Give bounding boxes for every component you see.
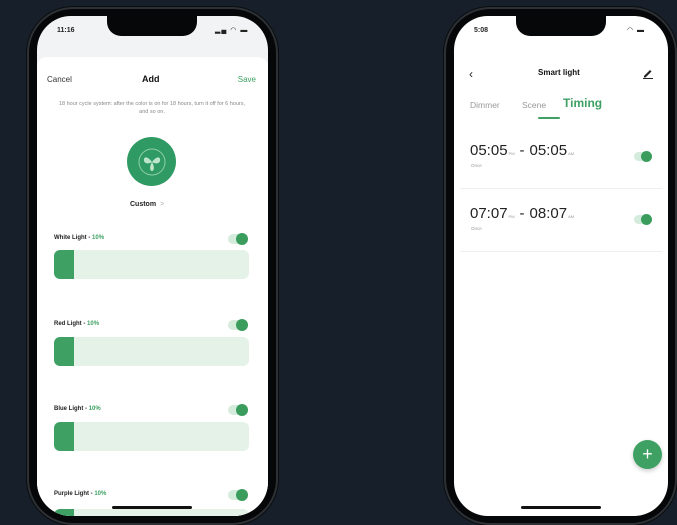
light-percent: 10% (87, 321, 100, 327)
toggle-white[interactable] (228, 233, 248, 245)
tab-timing[interactable]: Timing (563, 96, 602, 110)
timer-repeat: Once (471, 163, 482, 168)
timer-start-ampm: PM (508, 214, 515, 219)
home-indicator (112, 506, 192, 509)
screen-add: 11:16 ▂▄ ◠ ▬ Cancel Add Save 18 hour cyc… (37, 16, 268, 516)
status-icons: ◠ ▬ (627, 27, 646, 34)
add-sheet: Cancel Add Save 18 hour cycle system: af… (37, 57, 268, 516)
timer-range: 05:05PM -05:05AM (470, 142, 575, 159)
toggle-blue[interactable] (228, 404, 248, 416)
home-indicator (521, 506, 601, 509)
light-name: Blue Light (54, 406, 84, 412)
cycle-hint: 18 hour cycle system: after the color is… (58, 101, 246, 115)
slider-blue[interactable] (54, 422, 249, 451)
tab-indicator (538, 117, 560, 119)
timer-range: 07:07PM -08:07AM (470, 205, 575, 222)
timer-end-ampm: AM (568, 151, 575, 156)
toggle-purple[interactable] (228, 489, 248, 501)
cancel-button[interactable]: Cancel (47, 75, 72, 84)
slider-white[interactable] (54, 250, 249, 279)
notch (516, 16, 606, 36)
light-name: White Light (54, 235, 87, 241)
add-timer-button[interactable]: + (633, 440, 662, 469)
light-name: Purple Light (54, 491, 89, 497)
mode-selector[interactable]: Custom > (130, 201, 164, 208)
slider-red[interactable] (54, 337, 249, 366)
timer-start-ampm: PM (508, 151, 515, 156)
light-label-red: Red Light - 10% (54, 321, 100, 327)
timer-start: 05:05 (470, 142, 508, 159)
mode-label: Custom (130, 201, 157, 208)
timer-toggle[interactable] (634, 214, 652, 225)
page-title: Add (142, 74, 160, 84)
timer-end: 05:05 (529, 142, 568, 159)
light-label-white: White Light - 10% (54, 235, 105, 241)
screen-timing: 5:08 ◠ ▬ ‹ Smart light Dimmer Scene Timi… (454, 16, 668, 516)
tab-dimmer[interactable]: Dimmer (470, 100, 500, 110)
toggle-red[interactable] (228, 319, 248, 331)
slider-purple[interactable] (54, 509, 249, 516)
mode-avatar[interactable] (127, 137, 176, 186)
page-title: Smart light (538, 68, 580, 77)
timer-item[interactable]: 05:05PM -05:05AM Once (460, 130, 662, 189)
status-time: 5:08 (474, 27, 489, 34)
chevron-right-icon: > (160, 201, 165, 208)
tab-scene[interactable]: Scene (522, 100, 546, 110)
phone-left: 11:16 ▂▄ ◠ ▬ Cancel Add Save 18 hour cyc… (27, 7, 278, 525)
light-percent: 10% (92, 235, 105, 241)
save-button[interactable]: Save (238, 75, 256, 84)
notch (107, 16, 197, 36)
timer-toggle[interactable] (634, 151, 652, 162)
timer-start: 07:07 (470, 205, 508, 222)
status-icons: ▂▄ ◠ ▬ (215, 27, 249, 34)
light-name: Red Light (54, 321, 82, 327)
light-percent: 10% (88, 406, 101, 412)
light-label-purple: Purple Light - 10% (54, 491, 107, 497)
timer-end-ampm: AM (568, 214, 575, 219)
timer-repeat: Once (471, 226, 482, 231)
light-percent: 10% (94, 491, 107, 497)
leaf-icon (138, 148, 165, 175)
timer-end: 08:07 (529, 205, 568, 222)
timer-item[interactable]: 07:07PM -08:07AM Once (460, 193, 662, 252)
edit-icon[interactable] (642, 66, 654, 84)
light-label-blue: Blue Light - 10% (54, 406, 101, 412)
phone-right: 5:08 ◠ ▬ ‹ Smart light Dimmer Scene Timi… (444, 7, 677, 525)
status-time: 11:16 (57, 27, 75, 34)
back-chevron-icon[interactable]: ‹ (469, 67, 473, 81)
